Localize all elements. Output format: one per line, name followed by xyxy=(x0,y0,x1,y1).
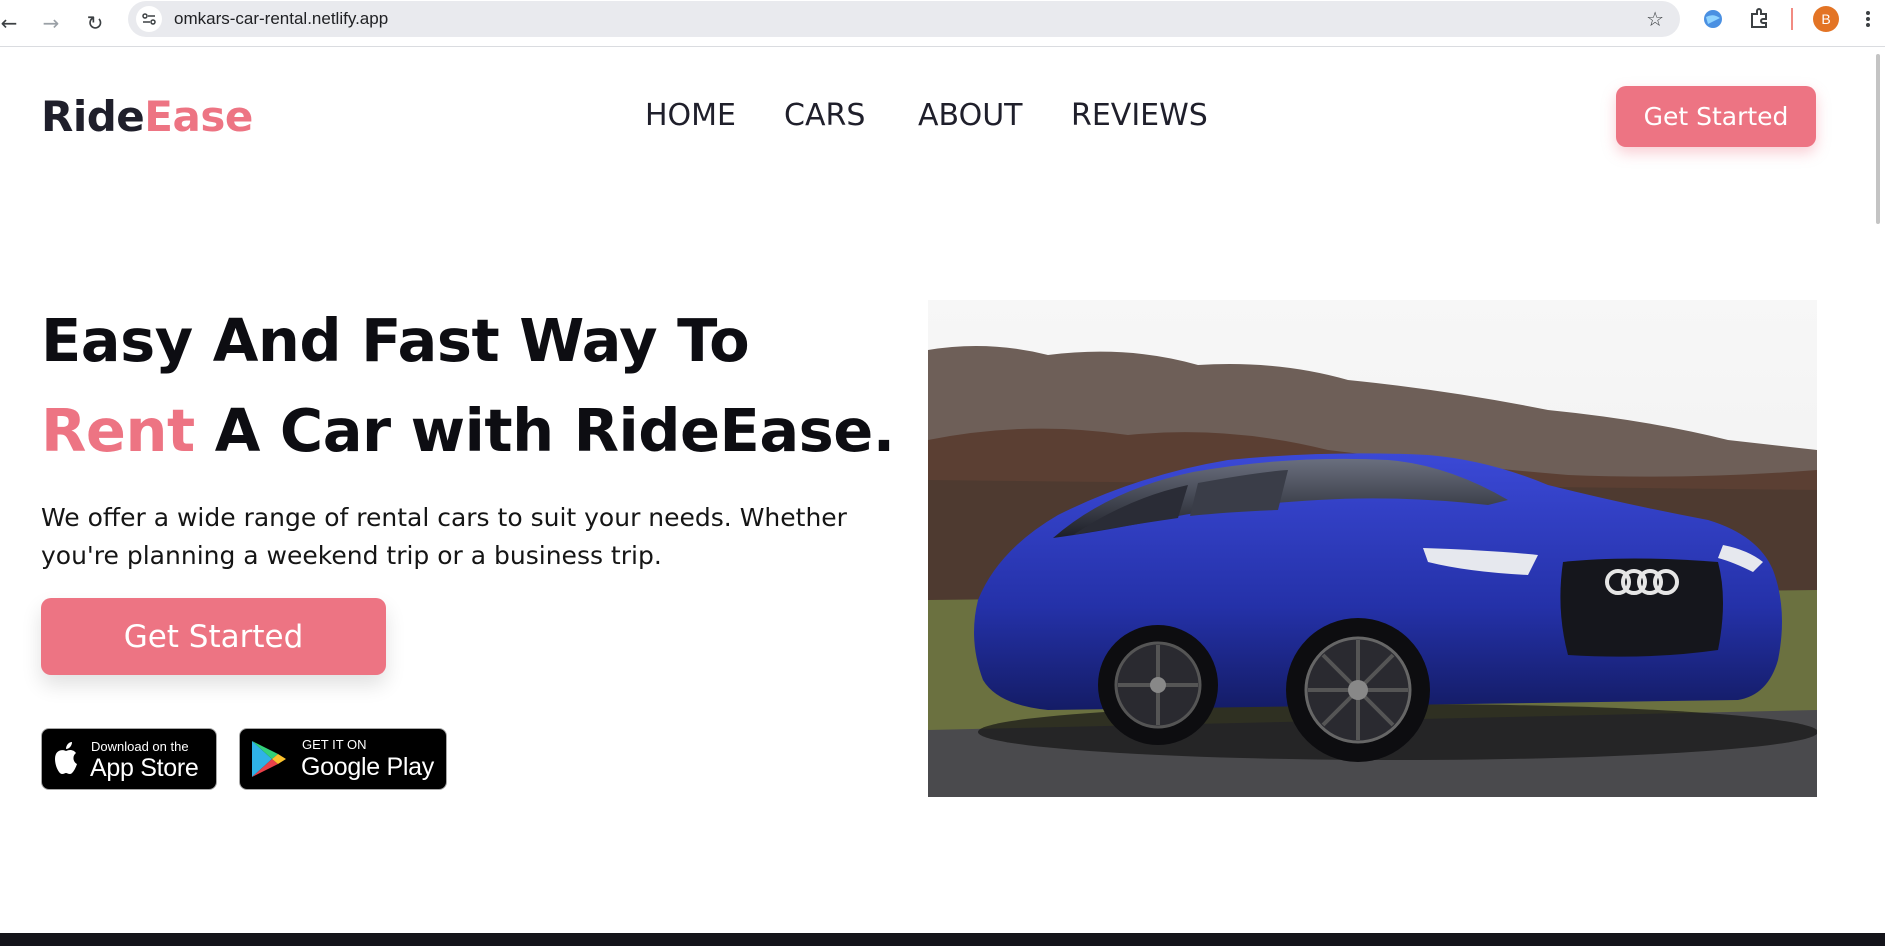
hero-title-line1: Easy And Fast Way To xyxy=(41,306,750,375)
forward-icon[interactable]: → xyxy=(36,8,66,38)
nav-cars[interactable]: CARS xyxy=(784,98,865,133)
apple-icon xyxy=(55,742,77,774)
back-icon[interactable]: ← xyxy=(0,8,24,38)
site-logo[interactable]: RideEase xyxy=(41,92,253,141)
reload-icon[interactable]: ↻ xyxy=(80,8,110,38)
address-bar[interactable]: omkars-car-rental.netlify.app ☆ xyxy=(128,1,1680,37)
google-play-icon xyxy=(252,741,286,777)
browser-menu-icon[interactable] xyxy=(1862,6,1874,32)
google-play-small-text: GET IT ON xyxy=(302,737,367,752)
bookmark-star-icon[interactable]: ☆ xyxy=(1646,1,1664,37)
hero-title-accent: Rent xyxy=(41,396,195,465)
toolbar-divider xyxy=(1791,8,1793,30)
site-info-icon[interactable] xyxy=(136,6,162,32)
hero-title-rest: A Car with RideEase. xyxy=(194,396,896,465)
url-text: omkars-car-rental.netlify.app xyxy=(174,9,389,28)
logo-ride: Ride xyxy=(41,92,145,141)
header-get-started-button[interactable]: Get Started xyxy=(1616,86,1816,147)
hero-title-line2: Rent A Car with RideEase. xyxy=(41,396,895,465)
nav-home[interactable]: HOME xyxy=(645,98,736,133)
app-store-badge[interactable]: Download on the App Store xyxy=(41,728,217,790)
app-store-big-text: App Store xyxy=(90,754,199,782)
page-scrollbar[interactable] xyxy=(1876,54,1880,224)
nav-reviews[interactable]: REVIEWS xyxy=(1071,98,1208,133)
nav-about[interactable]: ABOUT xyxy=(918,98,1022,133)
browser-toolbar: ← → ↻ omkars-car-rental.netlify.app ☆ B xyxy=(0,0,1885,47)
hero-car-image xyxy=(928,300,1817,797)
extension-globe-icon[interactable] xyxy=(1700,6,1726,32)
profile-avatar[interactable]: B xyxy=(1813,6,1839,32)
logo-ease: Ease xyxy=(144,92,253,141)
hero-description: We offer a wide range of rental cars to … xyxy=(41,503,847,570)
extensions-puzzle-icon[interactable] xyxy=(1747,6,1773,32)
app-store-small-text: Download on the xyxy=(91,739,189,754)
google-play-badge[interactable]: GET IT ON Google Play xyxy=(239,728,447,790)
next-section-strip xyxy=(0,933,1885,946)
hero-get-started-button[interactable]: Get Started xyxy=(41,598,386,675)
google-play-big-text: Google Play xyxy=(301,753,434,781)
